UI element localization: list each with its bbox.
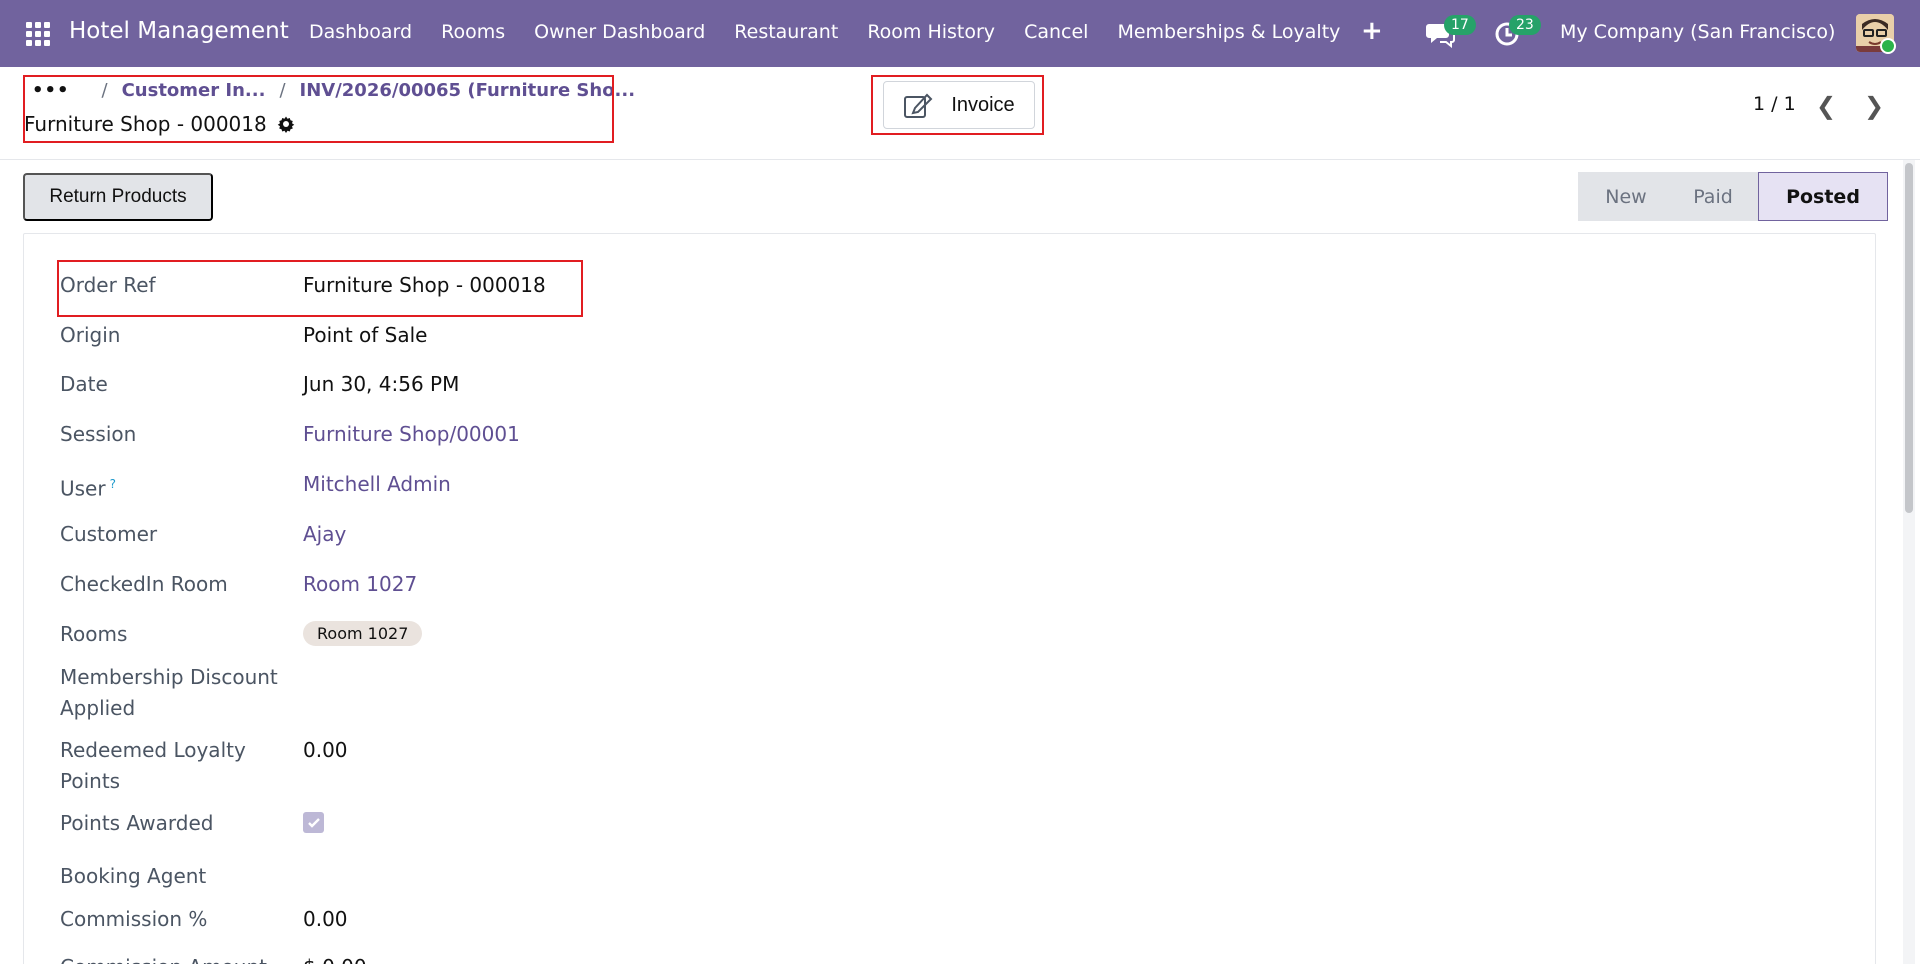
status-step-new[interactable]: New: [1578, 172, 1668, 221]
online-status-dot: [1880, 38, 1896, 54]
top-navbar: Hotel Management Dashboard Rooms Owner D…: [0, 0, 1920, 67]
customer-label: Customer: [60, 522, 158, 546]
user-label: User?: [60, 469, 116, 504]
redeemed-points-value[interactable]: 0.00: [303, 735, 348, 765]
status-bar: New Paid Posted: [1578, 172, 1888, 221]
redeemed-points-label-line1: Redeemed Loyalty: [60, 738, 246, 762]
form-sheet: [23, 233, 1876, 964]
status-step-paid[interactable]: Paid: [1668, 172, 1758, 221]
commission-pct-label: Commission %: [60, 907, 208, 931]
user-label-text: User: [60, 476, 106, 501]
menu-memberships-loyalty[interactable]: Memberships & Loyalty: [1117, 21, 1340, 43]
menu-restaurant[interactable]: Restaurant: [734, 21, 838, 43]
room-tag[interactable]: Room 1027: [303, 621, 423, 646]
chat-count-badge: 17: [1444, 15, 1476, 35]
menu-room-history[interactable]: Room History: [867, 21, 995, 43]
commission-amount-label: Commission Amount: [60, 952, 267, 964]
session-link[interactable]: Furniture Shop/00001: [303, 419, 520, 449]
chevron-left-icon[interactable]: ❮: [1816, 92, 1836, 120]
booking-agent-label: Booking Agent: [60, 864, 207, 888]
menu-cancel[interactable]: Cancel: [1024, 21, 1088, 43]
membership-discount-label-line2: Applied: [60, 696, 136, 720]
date-value[interactable]: Jun 30, 4:56 PM: [303, 369, 459, 399]
membership-discount-label-line1: Membership Discount: [60, 665, 278, 689]
customer-link[interactable]: Ajay: [303, 519, 346, 549]
commission-amount-value[interactable]: $ 0.00: [303, 952, 367, 964]
points-awarded-checkbox[interactable]: [303, 812, 324, 833]
highlight-box-invoice: [871, 75, 1044, 135]
checkmark-icon: [307, 817, 320, 828]
rooms-label: Rooms: [60, 622, 128, 646]
origin-label: Origin: [60, 323, 121, 347]
redeemed-points-label-line2: Points: [60, 769, 121, 793]
session-label: Session: [60, 422, 137, 446]
highlight-box-order-ref: [57, 260, 583, 317]
menu-dashboard[interactable]: Dashboard: [309, 21, 412, 43]
date-label: Date: [60, 372, 108, 396]
checkedin-room-label: CheckedIn Room: [60, 572, 228, 596]
help-icon[interactable]: ?: [110, 477, 116, 491]
origin-value[interactable]: Point of Sale: [303, 320, 427, 350]
highlight-box-breadcrumb: [23, 75, 614, 143]
checkedin-room-link[interactable]: Room 1027: [303, 569, 417, 599]
main-menu: Dashboard Rooms Owner Dashboard Restaura…: [309, 21, 1369, 43]
scrollbar-thumb[interactable]: [1905, 163, 1913, 513]
plus-icon[interactable]: +: [1361, 16, 1383, 46]
app-brand[interactable]: Hotel Management: [69, 18, 289, 44]
activity-count-badge: 23: [1509, 15, 1541, 35]
return-products-button[interactable]: Return Products: [23, 173, 213, 221]
company-switcher[interactable]: My Company (San Francisco): [1560, 21, 1835, 43]
menu-owner-dashboard[interactable]: Owner Dashboard: [534, 21, 705, 43]
status-step-posted[interactable]: Posted: [1758, 172, 1888, 221]
commission-pct-value[interactable]: 0.00: [303, 904, 348, 934]
menu-rooms[interactable]: Rooms: [441, 21, 505, 43]
chevron-right-icon[interactable]: ❯: [1864, 92, 1884, 120]
points-awarded-label: Points Awarded: [60, 811, 214, 835]
user-link[interactable]: Mitchell Admin: [303, 469, 451, 499]
pager-value[interactable]: 1 / 1: [1753, 93, 1796, 115]
apps-menu-icon[interactable]: [26, 22, 50, 46]
